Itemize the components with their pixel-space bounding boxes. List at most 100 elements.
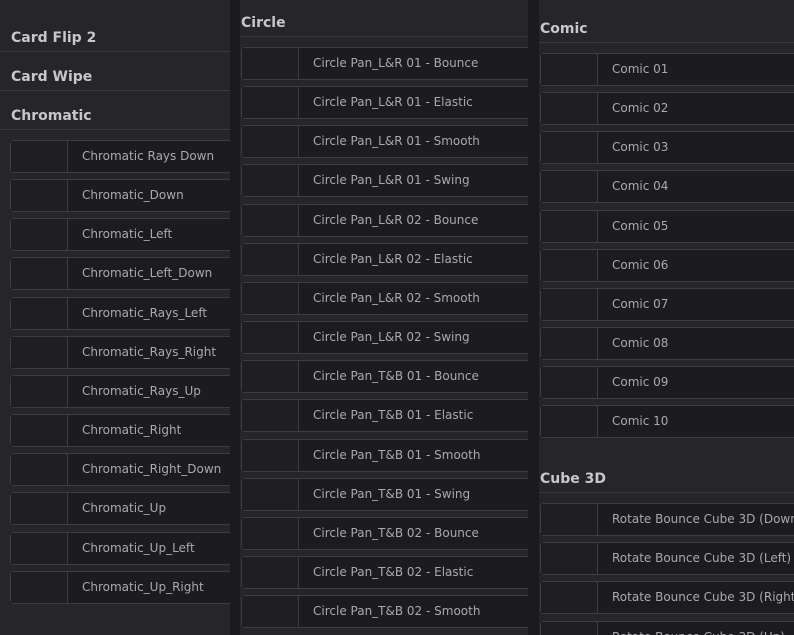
effect-item-chromatic-left[interactable]: Chromatic_Left xyxy=(10,218,230,252)
effect-thumbnail xyxy=(541,288,598,320)
effect-thumbnail xyxy=(242,204,299,236)
effect-thumbnail xyxy=(242,439,299,471)
effect-label: Rotate Bounce Cube 3D (Up) xyxy=(612,622,785,635)
effect-item-comic-04[interactable]: Comic 04 xyxy=(540,170,794,204)
effect-label: Circle Pan_L&R 01 - Swing xyxy=(313,173,470,188)
effect-item-comic-05[interactable]: Comic 05 xyxy=(540,209,794,243)
effect-item-comic-08[interactable]: Comic 08 xyxy=(540,327,794,361)
effect-item-circle-pan-l-r-02-smooth[interactable]: Circle Pan_L&R 02 - Smooth xyxy=(241,281,528,315)
effect-item-circle-pan-l-r-02-bounce[interactable]: Circle Pan_L&R 02 - Bounce xyxy=(241,203,528,237)
effect-label: Circle Pan_L&R 01 - Smooth xyxy=(313,134,480,149)
effect-item-circle-pan-t-b-02-elastic[interactable]: Circle Pan_T&B 02 - Elastic xyxy=(241,556,528,589)
effect-label: Circle Pan_L&R 01 - Bounce xyxy=(313,56,479,70)
effect-item-circle-pan-l-r-02-swing[interactable]: Circle Pan_L&R 02 - Swing xyxy=(241,321,528,355)
effect-thumbnail xyxy=(541,582,598,614)
effect-item-comic-01[interactable]: Comic 01 xyxy=(540,53,794,86)
effect-item-chromatic-down[interactable]: Chromatic_Down xyxy=(10,179,230,213)
effect-thumbnail xyxy=(541,504,598,535)
effect-item-comic-10[interactable]: Comic 10 xyxy=(540,405,794,439)
effect-label: Circle Pan_L&R 02 - Swing xyxy=(313,330,470,345)
effect-label: Chromatic_Rays_Up xyxy=(82,383,201,398)
effect-label: Chromatic_Up xyxy=(82,501,167,516)
effect-label: Comic 07 xyxy=(612,296,669,311)
effect-thumbnail xyxy=(11,415,68,447)
effect-item-comic-06[interactable]: Comic 06 xyxy=(540,248,794,282)
effect-item-circle-pan-t-b-01-elastic[interactable]: Circle Pan_T&B 01 - Elastic xyxy=(241,399,528,433)
effect-item-chromatic-right-down[interactable]: Chromatic_Right_Down xyxy=(10,453,230,487)
effect-item-circle-pan-t-b-02-bounce[interactable]: Circle Pan_T&B 02 - Bounce xyxy=(241,516,528,550)
effect-thumbnail xyxy=(242,243,299,275)
effect-thumbnail xyxy=(541,621,598,635)
effect-label: Circle Pan_T&B 01 - Smooth xyxy=(313,447,481,462)
section-heading-circle[interactable]: Circle xyxy=(240,0,528,37)
effect-label: Circle Pan_L&R 02 - Smooth xyxy=(313,290,480,305)
effect-item-chromatic-rays-right[interactable]: Chromatic_Rays_Right xyxy=(10,335,230,369)
effect-item-circle-pan-t-b-02-smooth[interactable]: Circle Pan_T&B 02 - Smooth xyxy=(241,595,528,629)
section-heading-card-flip-2[interactable]: Card Flip 2 xyxy=(0,14,230,52)
section-title: Comic xyxy=(540,21,588,37)
effect-thumbnail xyxy=(242,361,299,393)
section-title: Chromatic xyxy=(11,108,92,124)
effect-item-circle-pan-l-r-01-elastic[interactable]: Circle Pan_L&R 01 - Elastic xyxy=(241,86,528,120)
effect-thumbnail xyxy=(11,532,68,564)
effect-thumbnail xyxy=(242,48,299,79)
effect-item-comic-02[interactable]: Comic 02 xyxy=(540,92,794,126)
effect-item-chromatic-up-left[interactable]: Chromatic_Up_Left xyxy=(10,531,230,565)
effect-thumbnail xyxy=(541,171,598,203)
effect-item-chromatic-left-down[interactable]: Chromatic_Left_Down xyxy=(10,257,230,291)
effect-thumbnail xyxy=(242,517,299,549)
effect-label: Chromatic_Down xyxy=(82,188,184,203)
effect-item-circle-pan-l-r-01-swing[interactable]: Circle Pan_L&R 01 - Swing xyxy=(241,164,528,198)
section-heading-cube-3d[interactable]: Cube 3D xyxy=(539,455,794,493)
effect-item-comic-03[interactable]: Comic 03 xyxy=(540,131,794,165)
effect-item-chromatic-rays-up[interactable]: Chromatic_Rays_Up xyxy=(10,374,230,408)
effect-label: Comic 03 xyxy=(612,140,669,155)
effect-label: Chromatic Rays Down xyxy=(82,149,215,163)
effect-label: Comic 05 xyxy=(612,218,669,233)
effect-item-chromatic-up[interactable]: Chromatic_Up xyxy=(10,492,230,526)
effect-item-chromatic-rays-left[interactable]: Chromatic_Rays_Left xyxy=(10,296,230,330)
column-2: Circle Circle Pan_L&R 01 - Bounce Circle P… xyxy=(240,0,528,635)
effect-item-circle-pan-l-r-01-smooth[interactable]: Circle Pan_L&R 01 - Smooth xyxy=(241,125,528,159)
effect-thumbnail xyxy=(242,400,299,432)
effect-item-circle-pan-l-r-01-bounce[interactable]: Circle Pan_L&R 01 - Bounce xyxy=(241,47,528,80)
effect-thumbnail xyxy=(11,141,68,172)
effect-thumbnail xyxy=(242,126,299,158)
effect-item-rotate-bounce-cube-3d-left[interactable]: Rotate Bounce Cube 3D (Left) xyxy=(540,542,794,576)
section-heading-comic[interactable]: Comic xyxy=(539,5,794,43)
effect-item-rotate-bounce-cube-3d-up[interactable]: Rotate Bounce Cube 3D (Up) xyxy=(540,620,794,635)
effect-item-rotate-bounce-cube-3d-down[interactable]: Rotate Bounce Cube 3D (Down) xyxy=(540,503,794,536)
section-heading-card-wipe[interactable]: Card Wipe xyxy=(0,53,230,91)
effect-item-chromatic-right[interactable]: Chromatic_Right xyxy=(10,414,230,448)
effect-thumbnail xyxy=(541,54,598,85)
effect-thumbnail xyxy=(11,180,68,212)
effects-library: Card Flip 2 Card Wipe Chromatic Chromatic R… xyxy=(0,0,794,635)
effect-item-chromatic-up-right[interactable]: Chromatic_Up_Right xyxy=(10,570,230,604)
effect-item-chromatic-rays-down[interactable]: Chromatic Rays Down xyxy=(10,140,230,173)
effect-item-comic-07[interactable]: Comic 07 xyxy=(540,287,794,321)
column-gutter xyxy=(528,0,539,635)
section-heading-chromatic[interactable]: Chromatic xyxy=(0,92,230,130)
effect-item-circle-pan-t-b-01-smooth[interactable]: Circle Pan_T&B 01 - Smooth xyxy=(241,438,528,472)
effect-label: Circle Pan_T&B 02 - Smooth xyxy=(313,604,481,619)
effect-item-circle-pan-l-r-02-elastic[interactable]: Circle Pan_L&R 02 - Elastic xyxy=(241,242,528,276)
section-title: Circle xyxy=(241,15,286,31)
effect-label: Chromatic_Left_Down xyxy=(82,266,213,281)
effect-label: Chromatic_Left xyxy=(82,227,173,242)
effect-label: Circle Pan_L&R 01 - Elastic xyxy=(313,95,473,110)
effect-thumbnail xyxy=(541,132,598,164)
effect-thumbnail xyxy=(11,219,68,251)
effect-item-circle-pan-t-b-01-bounce[interactable]: Circle Pan_T&B 01 - Bounce xyxy=(241,360,528,394)
effect-thumbnail xyxy=(242,557,299,588)
effect-label: Chromatic_Rays_Left xyxy=(82,305,208,320)
effect-item-circle-pan-t-b-01-swing[interactable]: Circle Pan_T&B 01 - Swing xyxy=(241,477,528,511)
effect-thumbnail xyxy=(242,596,299,628)
effect-item-comic-09[interactable]: Comic 09 xyxy=(540,366,794,400)
effect-label: Circle Pan_L&R 02 - Bounce xyxy=(313,212,479,227)
effect-label: Comic 08 xyxy=(612,336,669,351)
effect-label: Circle Pan_T&B 01 - Elastic xyxy=(313,408,474,423)
effect-item-rotate-bounce-cube-3d-right[interactable]: Rotate Bounce Cube 3D (Right) xyxy=(540,581,794,615)
effect-label: Chromatic_Right_Down xyxy=(82,462,222,477)
effect-label: Chromatic_Rays_Right xyxy=(82,344,217,359)
effect-thumbnail xyxy=(541,406,598,438)
